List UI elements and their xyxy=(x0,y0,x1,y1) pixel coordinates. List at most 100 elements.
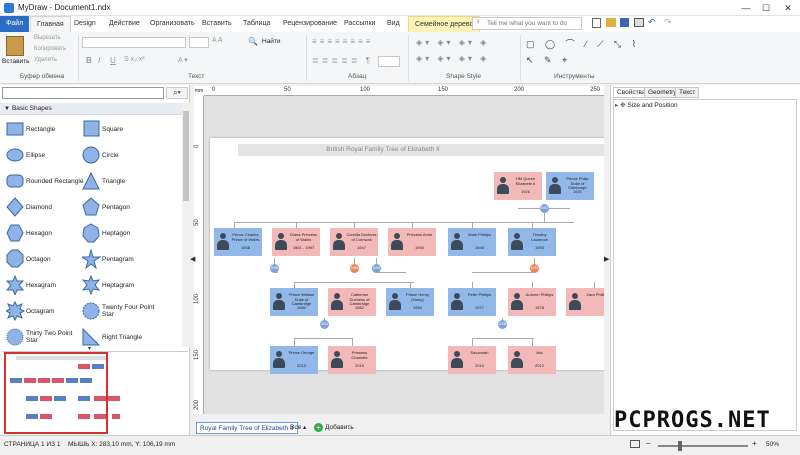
shape-item-diamond[interactable]: Diamond xyxy=(4,195,80,219)
person-card[interactable]: HM Queen Elizabeth II 1926 xyxy=(494,172,542,200)
zoom-slider[interactable] xyxy=(658,445,748,447)
add-page-button[interactable]: + Добавить xyxy=(314,422,354,434)
marriage-node[interactable]: 1947 xyxy=(540,204,549,213)
font-color-icon[interactable]: A ▾ xyxy=(178,56,188,64)
tab-file[interactable]: Файл xyxy=(0,16,30,32)
shape-item-pentagon[interactable]: Pentagon xyxy=(80,195,156,219)
person-card[interactable]: Mark Phillips 1948 xyxy=(448,228,496,256)
shape-item-hexagram[interactable]: Hexagram xyxy=(4,273,80,297)
shape-item-triangle[interactable]: Triangle xyxy=(80,169,156,193)
align-icons[interactable]: ≡≡≡≡≡≡≡≡ xyxy=(312,37,373,46)
category-header[interactable]: ▼ Basic Shapes xyxy=(0,103,182,115)
tab-review[interactable]: Рецензирование xyxy=(277,16,343,32)
tab-design[interactable]: Design xyxy=(68,16,102,32)
person-card[interactable]: Peter Phillips 1977 xyxy=(448,288,496,316)
tab-arrange[interactable]: Организовать xyxy=(144,16,201,32)
diagram-page[interactable]: British Royal Family Tree of Elizabeth I… xyxy=(210,138,604,374)
tab-text[interactable]: Текст xyxy=(675,87,700,98)
shapes-scrollbar[interactable] xyxy=(182,103,190,347)
shape-search-input[interactable] xyxy=(2,87,164,99)
bold-icon[interactable]: B xyxy=(86,56,92,65)
person-card[interactable]: Prince William Duke of Cambridge 1982 xyxy=(270,288,318,316)
close-button[interactable]: ✕ xyxy=(782,2,794,14)
maximize-button[interactable]: ☐ xyxy=(760,2,772,14)
shape-item-heptagon[interactable]: Heptagon xyxy=(80,221,156,245)
shape-style-icons[interactable]: ◈▾ ◈▾ ◈▾ ◈ xyxy=(416,38,489,47)
person-card[interactable]: Princess Charlotte 2015 xyxy=(328,346,376,374)
person-card[interactable]: Prince George 2013 xyxy=(270,346,318,374)
redo-icon[interactable]: ↷ xyxy=(664,17,672,28)
tab-family-tree[interactable]: Семейное дерево xyxy=(408,16,481,32)
page-tab-active[interactable]: Royal Family Tree of Elizabeth II xyxy=(196,422,298,434)
pan-zoom-minimap[interactable] xyxy=(2,351,188,434)
person-card[interactable]: Timothy Laurence 1955 xyxy=(508,228,556,256)
collapse-left-panel-icon[interactable]: ◀ xyxy=(190,255,195,263)
person-card[interactable]: Prince Charles Prince of Wales 1948 xyxy=(214,228,262,256)
size-position-section[interactable]: ▸ ✥ Size and Position xyxy=(615,101,795,111)
font-grow-icon[interactable]: A A xyxy=(212,37,223,44)
tab-insert[interactable]: Вставить xyxy=(196,16,238,32)
person-card[interactable]: Autumn Phillips 1978 xyxy=(508,288,556,316)
scroll-thumb[interactable] xyxy=(183,111,189,201)
shape-item-circle[interactable]: Circle xyxy=(80,143,156,167)
marriage-node[interactable]: 2005 xyxy=(270,264,279,273)
copy-button[interactable]: Копировать xyxy=(34,46,66,52)
cut-button[interactable]: Вырезать xyxy=(34,35,61,41)
shape-item-ellipse[interactable]: Ellipse xyxy=(4,143,80,167)
person-card[interactable]: Isla 2012 xyxy=(508,346,556,374)
tab-view[interactable]: Вид xyxy=(381,16,406,32)
new-document-icon[interactable] xyxy=(592,18,601,28)
fit-page-icon[interactable] xyxy=(630,440,640,448)
shape-item-right-triangle[interactable]: Right Triangle xyxy=(80,325,156,349)
font-size-select[interactable] xyxy=(189,37,209,48)
shape-item-hexagon[interactable]: Hexagon xyxy=(4,221,80,245)
person-card[interactable]: Diana Princess of Wales 1961 - 1997 xyxy=(272,228,320,256)
font-family-select[interactable] xyxy=(82,37,186,48)
shape-style-icons-2[interactable]: ◈▾ ◈▾ ◈▾ ◈ xyxy=(416,54,489,63)
paste-button[interactable]: Вставить xyxy=(2,58,30,65)
paste-icon[interactable] xyxy=(6,36,24,56)
spacing-select[interactable] xyxy=(378,56,400,67)
paragraph-icons[interactable]: ≣≣≣≣≣ ¶ xyxy=(312,56,373,65)
shape-item-square[interactable]: Square xyxy=(80,117,156,141)
shape-item-rounded-rectangle[interactable]: Rounded Rectangle xyxy=(4,169,83,193)
shape-item-octagon[interactable]: Octagon xyxy=(4,247,80,271)
expand-right-icon[interactable]: ▶ xyxy=(604,255,609,263)
print-icon[interactable] xyxy=(634,18,644,27)
underline-icon[interactable]: U xyxy=(110,56,116,65)
tab-action[interactable]: Действие xyxy=(103,16,146,32)
tab-mailings[interactable]: Рассылки xyxy=(338,16,381,32)
marriage-node[interactable]: 1981 xyxy=(350,264,359,273)
marriage-node[interactable]: 1992 xyxy=(372,264,381,273)
strikethrough-icon[interactable]: S x₂ x² xyxy=(124,56,145,63)
undo-icon[interactable]: ↶ xyxy=(648,17,656,28)
pointer-tools-icons[interactable]: ↖ ✎ ⌖ xyxy=(526,55,571,66)
find-button[interactable]: Найти xyxy=(262,38,281,45)
marriage-node[interactable]: 2008 xyxy=(498,320,507,329)
save-icon[interactable] xyxy=(620,18,629,27)
shape-item-twenty-four-point-star[interactable]: Twenty Four Point Star xyxy=(80,299,156,323)
person-card[interactable]: Prince Philip Duke of Edinburgh 1921 xyxy=(546,172,594,200)
find-icon[interactable]: 🔍 xyxy=(248,37,258,46)
person-card[interactable]: Catherine Duchess of Cambridge 1982 xyxy=(328,288,376,316)
tab-home[interactable]: Главная xyxy=(30,16,71,32)
zoom-in-icon[interactable]: + xyxy=(752,439,757,448)
open-folder-icon[interactable] xyxy=(606,18,616,27)
marriage-node[interactable]: 1973 xyxy=(530,264,539,273)
search-button[interactable]: ⌕▾ xyxy=(166,87,188,99)
all-pages-dropdown[interactable]: Все ▴ xyxy=(290,422,306,434)
tab-table[interactable]: Таблица xyxy=(237,16,276,32)
shape-item-thirty-two-point-star[interactable]: Thirty Two Point Star xyxy=(4,325,80,349)
shape-item-heptagram[interactable]: Heptagram xyxy=(80,273,156,297)
marriage-node[interactable]: 2011 xyxy=(320,320,329,329)
person-card[interactable]: Camilla Duchess of Cornwall 1947 xyxy=(330,228,378,256)
minimize-button[interactable]: — xyxy=(740,2,752,14)
drawing-tools-icons[interactable]: ▢ ◯ ⌒ ∕ ⟋ ⤡ ⌇ xyxy=(526,37,640,50)
tell-me-input[interactable]: Tell me what you want to do xyxy=(472,17,582,30)
italic-icon[interactable]: I xyxy=(98,56,100,65)
shape-item-rectangle[interactable]: Rectangle xyxy=(4,117,80,141)
person-card[interactable]: Zara Phillips xyxy=(566,288,604,316)
shape-item-octagram[interactable]: Octagram xyxy=(4,299,80,323)
person-card[interactable]: Princess Anne 1950 xyxy=(388,228,436,256)
zoom-thumb[interactable] xyxy=(678,441,682,451)
